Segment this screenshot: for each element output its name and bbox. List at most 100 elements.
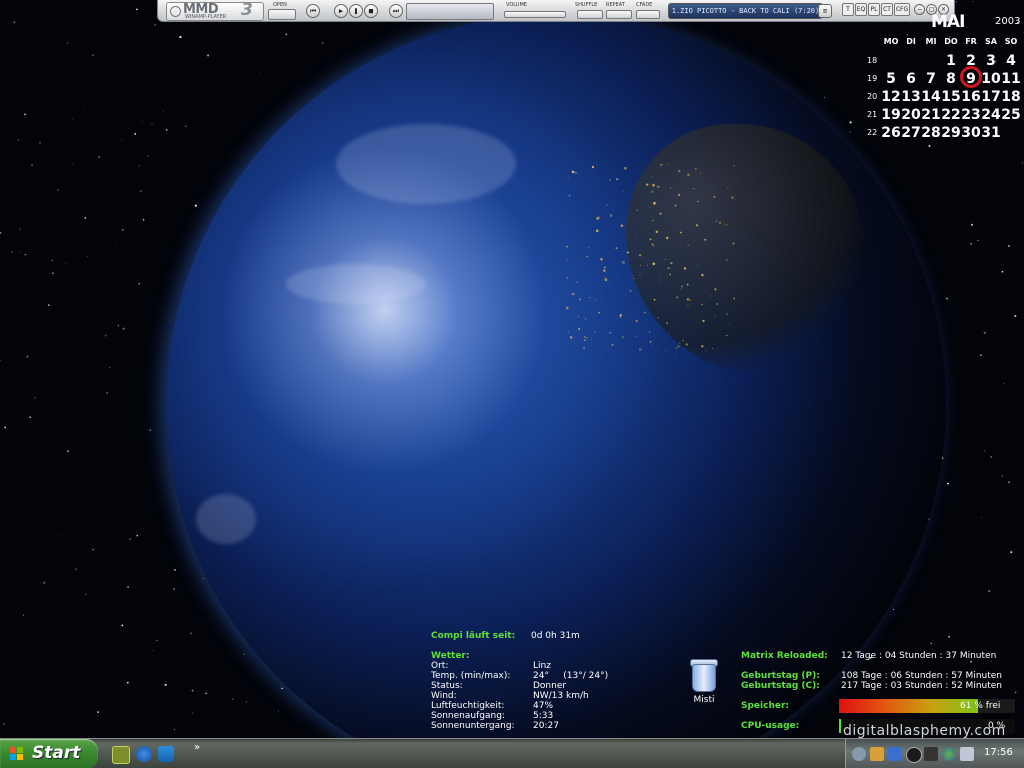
previous-icon[interactable]: ⏮ xyxy=(306,4,320,18)
repeat-button[interactable] xyxy=(606,10,632,19)
winamp-logo: MMD 3 WINAMP-PLAYER xyxy=(166,0,264,21)
birthday-c-value: 217 Tage : 03 Stunden : 52 Minuten xyxy=(841,681,1002,691)
weather-row-label: Luftfeuchtigkeit: xyxy=(431,701,505,711)
calendar-day: 21 xyxy=(921,107,941,123)
tray-pencil-icon[interactable] xyxy=(870,747,884,761)
calendar-day: 8 xyxy=(946,71,956,87)
cfade-label: CFADE xyxy=(636,2,653,8)
earth-wallpaper xyxy=(166,14,946,768)
track-display: 1.ZIO PICOTTO - BACK TO CALI (7:20) xyxy=(668,3,823,19)
system-tray: 17:56 xyxy=(845,739,1024,768)
bin-body xyxy=(692,664,716,692)
calendar-day: 17 xyxy=(981,89,1001,105)
weather-row-value: NW/13 km/h xyxy=(533,691,589,701)
next-icon[interactable]: ⏭ xyxy=(389,4,403,18)
weather-row-label: Sonnenuntergang: xyxy=(431,721,515,731)
birthday-c-label: Geburtstag (C): xyxy=(741,681,820,691)
week-number: 20 xyxy=(867,92,878,101)
tray-grid-icon[interactable] xyxy=(924,747,938,761)
calendar-day: 6 xyxy=(906,71,916,87)
recycle-bin-icon[interactable] xyxy=(686,656,720,696)
watermark: digitalblasphemy.com xyxy=(843,723,1006,739)
calendar-day: 26 xyxy=(881,125,901,141)
windows-logo-icon xyxy=(10,747,23,760)
uptime-value: 0d 0h 31m xyxy=(531,631,580,641)
calendar-day: 31 xyxy=(981,125,1001,141)
shuffle-button[interactable] xyxy=(577,10,603,19)
week-number: 18 xyxy=(867,56,878,65)
repeat-label: REPEAT xyxy=(606,2,625,8)
weather-title: Wetter: xyxy=(431,651,470,661)
cloud-shape xyxy=(336,124,516,204)
week-number: 19 xyxy=(867,74,878,83)
playlist-menu-icon[interactable]: ≡ xyxy=(818,4,832,18)
calendar-day: 10 xyxy=(981,71,1001,87)
tray-globe-icon[interactable] xyxy=(942,747,956,761)
tray-app-icon[interactable] xyxy=(852,747,866,761)
today-marker xyxy=(960,66,982,88)
start-button[interactable]: Start xyxy=(0,739,98,768)
pause-icon[interactable]: ❚ xyxy=(349,4,363,18)
app-k-icon[interactable] xyxy=(158,746,174,762)
weekday-header: MI xyxy=(925,37,937,46)
weekday-header: SA xyxy=(985,37,997,46)
calendar-day: 23 xyxy=(961,107,981,123)
calendar-day: 27 xyxy=(901,125,921,141)
tray-volume-icon[interactable] xyxy=(960,747,974,761)
city-lights xyxy=(566,164,736,354)
weather-row-value: Linz xyxy=(533,661,551,671)
calendar-day: 19 xyxy=(881,107,901,123)
stop-icon[interactable]: ■ xyxy=(364,4,378,18)
play-icon[interactable]: ▶ xyxy=(334,4,348,18)
calendar-day: 18 xyxy=(1001,89,1021,105)
tray-eye-icon[interactable] xyxy=(906,747,922,763)
weather-row-value: 20:27 xyxy=(533,721,559,731)
calendar-day: 30 xyxy=(961,125,981,141)
calendar-day: 1 xyxy=(946,53,956,69)
logo-version: 3 xyxy=(241,0,253,20)
cpu-label: CPU-usage: xyxy=(741,721,800,731)
open-button[interactable] xyxy=(268,9,296,20)
tray-monitor-icon[interactable] xyxy=(888,747,902,761)
calendar-day: 20 xyxy=(901,107,921,123)
cfade-button[interactable] xyxy=(636,10,660,19)
calendar-day: 16 xyxy=(961,89,981,105)
weather-row-label: Ort: xyxy=(431,661,449,671)
weather-row-label: Status: xyxy=(431,681,463,691)
weather-row-value: 5:33 xyxy=(533,711,554,721)
internet-explorer-icon[interactable] xyxy=(136,746,152,762)
quicklaunch-chevron-icon[interactable]: » xyxy=(194,742,200,753)
memory-label: Speicher: xyxy=(741,701,789,711)
weekday-header: MO xyxy=(883,37,899,46)
logo-subtitle: WINAMP-PLAYER xyxy=(185,14,227,20)
weather-row-label: Sonnenaufgang: xyxy=(431,711,505,721)
memory-bar-fill xyxy=(839,699,978,713)
calendar-day: 5 xyxy=(886,71,896,87)
desktop: MMD 3 WINAMP-PLAYER OPEN ⏮ ▶ ❚ ■ ⏭ VOLUM… xyxy=(0,0,1024,768)
calendar-day: 3 xyxy=(986,53,996,69)
weekday-header: DO xyxy=(944,37,958,46)
calendar-day: 12 xyxy=(881,89,901,105)
menu-circle-icon[interactable] xyxy=(170,6,181,17)
uptime-label: Compi läuft seit: xyxy=(431,631,516,641)
cloud-shape xyxy=(196,494,256,544)
weekday-header: FR xyxy=(965,37,977,46)
weather-row-label: Temp. (min/max): xyxy=(431,671,511,681)
cloud-shape xyxy=(286,264,426,304)
clock[interactable]: 17:56 xyxy=(984,747,1013,758)
t-button[interactable]: T xyxy=(842,3,854,16)
weekday-header: DI xyxy=(906,37,916,46)
calendar-day: 22 xyxy=(941,107,961,123)
volume-slider[interactable] xyxy=(504,11,566,18)
calendar-widget: MAI 2003 MO DI MI DO FR SA SO 18 1 2 3 4 19 5 6 7 8 9 10 11… xyxy=(863,10,1024,150)
volume-label: VOLUME xyxy=(506,2,527,8)
recycle-bin-label[interactable]: Misti xyxy=(686,695,722,705)
calendar-year: 2003 xyxy=(995,16,1021,27)
show-desktop-icon[interactable] xyxy=(112,746,130,764)
calendar-day: 29 xyxy=(941,125,961,141)
calendar-day: 25 xyxy=(1001,107,1021,123)
open-label: OPEN xyxy=(273,2,287,8)
calendar-day: 15 xyxy=(941,89,961,105)
winamp-player: MMD 3 WINAMP-PLAYER OPEN ⏮ ▶ ❚ ■ ⏭ VOLUM… xyxy=(157,0,955,22)
calendar-day: 14 xyxy=(921,89,941,105)
